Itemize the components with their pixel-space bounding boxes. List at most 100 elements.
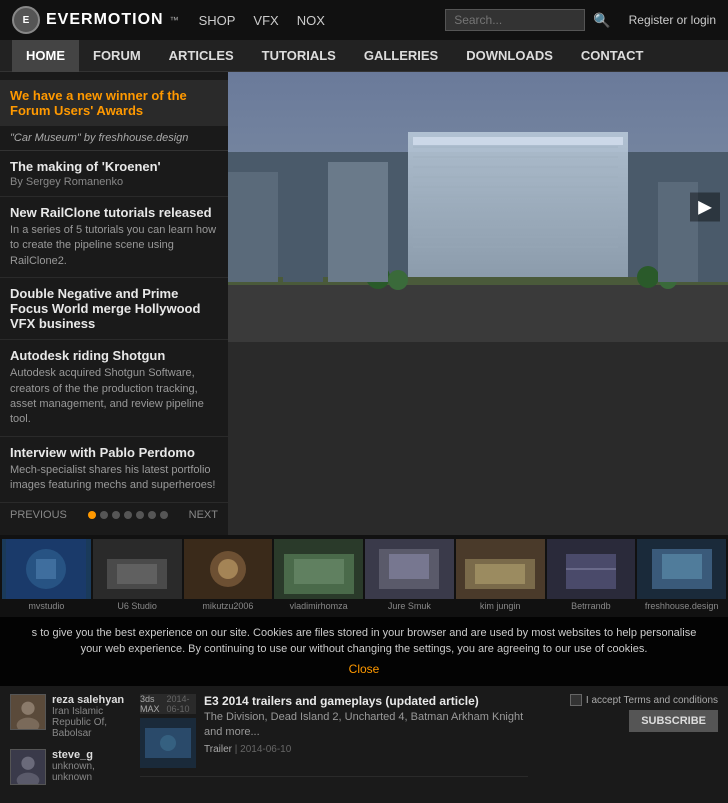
thumb-7[interactable]: freshhouse.design (637, 539, 726, 613)
user-info-0: reza salehyan Iran Islamic Republic Of, … (52, 694, 130, 739)
cookie-bar: s to give you the best experience on our… (0, 617, 728, 687)
hero-next-button[interactable]: ▶ (690, 193, 720, 222)
content-area: We have a new winner of the Forum Users'… (0, 72, 728, 535)
news-item-0: 3ds MAX 2014-06-10 E3 2014 trailers and … (140, 694, 528, 777)
top-nav-vfx[interactable]: VFX (253, 13, 278, 28)
sidebar-highlight: We have a new winner of the Forum Users'… (0, 80, 228, 126)
top-nav: SHOP VFX NOX (199, 13, 325, 28)
user-location-1: unknown, unknown (52, 761, 130, 783)
user-avatar-0 (10, 694, 46, 730)
sidebar-nav-arrows: PREVIOUS NEXT (0, 503, 228, 527)
thumb-label-0: mvstudio (2, 599, 91, 613)
subscribe-checkbox[interactable] (570, 694, 582, 706)
sidebar-highlight-link[interactable]: We have a new winner of the Forum Users'… (10, 88, 187, 118)
news-thumb-format: 3ds MAX 2014-06-10 (140, 694, 196, 714)
sidebar-item-0: The making of 'Kroenen' By Sergey Romane… (0, 151, 228, 197)
cookie-text: s to give you the best experience on our… (32, 627, 697, 656)
nav-home[interactable]: HOME (12, 40, 79, 72)
slide-dots (88, 511, 168, 519)
sidebar-item-2: Double Negative and Prime Focus World me… (0, 278, 228, 340)
news-tag-0: Trailer (204, 744, 232, 755)
sidebar-title-0[interactable]: The making of 'Kroenen' (10, 159, 218, 174)
news-content-0: E3 2014 trailers and gameplays (updated … (204, 694, 528, 768)
news-thumb-img (140, 718, 196, 768)
subscribe-row: I accept Terms and conditions (570, 694, 718, 706)
sidebar-item-3: Autodesk riding Shotgun Autodesk acquire… (0, 340, 228, 437)
news-format: 3ds MAX (140, 694, 163, 714)
main-nav: HOME FORUM ARTICLES TUTORIALS GALLERIES … (0, 40, 728, 72)
user-info-1: steve_g unknown, unknown (52, 749, 130, 783)
register-link[interactable]: Register or login (629, 13, 716, 27)
top-nav-shop[interactable]: SHOP (199, 13, 236, 28)
nav-galleries[interactable]: GALLERIES (350, 40, 452, 72)
user-item-1: steve_g unknown, unknown (10, 749, 130, 785)
cookie-close-button[interactable]: Close (349, 660, 380, 678)
sidebar-title-4[interactable]: Interview with Pablo Perdomo (10, 445, 218, 460)
subscribe-section: I accept Terms and conditions SUBSCRIBE (538, 694, 718, 795)
thumb-label-4: Jure Smuk (365, 599, 454, 613)
thumb-1[interactable]: U6 Studio (93, 539, 182, 613)
thumb-3[interactable]: vladimirhomza (274, 539, 363, 613)
bottom-content: reza salehyan Iran Islamic Republic Of, … (0, 686, 728, 803)
prev-button[interactable]: PREVIOUS (10, 509, 67, 521)
logo-text[interactable]: EVERMOTION (46, 11, 164, 29)
nav-articles[interactable]: ARTICLES (155, 40, 248, 72)
thumb-2[interactable]: mikutzu2006 (184, 539, 273, 613)
user-name-0[interactable]: reza salehyan (52, 694, 130, 706)
dot-4[interactable] (136, 511, 144, 519)
logo-area: E EVERMOTION ™ (12, 6, 179, 34)
user-item-0: reza salehyan Iran Islamic Republic Of, … (10, 694, 130, 739)
hero-image: ▶ (228, 72, 728, 342)
sidebar-title-3[interactable]: Autodesk riding Shotgun (10, 348, 218, 363)
news-date-0: 2014-06-10 (240, 744, 291, 755)
search-input[interactable] (445, 9, 585, 31)
logo-tm: ™ (170, 15, 179, 25)
nav-forum[interactable]: FORUM (79, 40, 155, 72)
thumb-label-3: vladimirhomza (274, 599, 363, 613)
user-location-0: Iran Islamic Republic Of, Babolsar (52, 706, 130, 739)
hero-svg (228, 72, 728, 342)
sidebar-sub-0: By Sergey Romanenko (10, 176, 218, 188)
sidebar-desc-4: Mech-specialist shares his latest portfo… (10, 463, 218, 494)
thumb-label-6: Betrrandb (547, 599, 636, 613)
sidebar-title-2[interactable]: Double Negative and Prime Focus World me… (10, 286, 218, 331)
thumb-6[interactable]: Betrrandb (547, 539, 636, 613)
dot-6[interactable] (160, 511, 168, 519)
nav-contact[interactable]: CONTACT (567, 40, 658, 72)
search-area: 🔍 Register or login (445, 9, 716, 31)
sidebar-desc-1: In a series of 5 tutorials you can learn… (10, 223, 218, 269)
user-section: reza salehyan Iran Islamic Republic Of, … (10, 694, 130, 795)
news-desc-0: The Division, Dead Island 2, Uncharted 4… (204, 710, 528, 741)
nav-tutorials[interactable]: TUTORIALS (248, 40, 350, 72)
user-avatar-1 (10, 749, 46, 785)
news-format-date: 2014-06-10 (166, 694, 196, 714)
search-icon[interactable]: 🔍 (593, 12, 610, 29)
hero-area: ▶ (228, 72, 728, 535)
subscribe-label: I accept Terms and conditions (586, 695, 718, 706)
logo-icon[interactable]: E (12, 6, 40, 34)
news-title-0[interactable]: E3 2014 trailers and gameplays (updated … (204, 694, 528, 708)
thumb-label-2: mikutzu2006 (184, 599, 273, 613)
top-nav-nox[interactable]: NOX (297, 13, 325, 28)
thumb-0[interactable]: mvstudio (2, 539, 91, 613)
thumb-4[interactable]: Jure Smuk (365, 539, 454, 613)
dot-5[interactable] (148, 511, 156, 519)
dot-3[interactable] (124, 511, 132, 519)
header: E EVERMOTION ™ SHOP VFX NOX 🔍 Register o… (0, 0, 728, 40)
thumb-5[interactable]: kim jungin (456, 539, 545, 613)
dot-2[interactable] (112, 511, 120, 519)
thumb-label-5: kim jungin (456, 599, 545, 613)
sidebar-quote: "Car Museum" by freshhouse.design (0, 130, 228, 151)
dot-1[interactable] (100, 511, 108, 519)
user-name-1[interactable]: steve_g (52, 749, 130, 761)
sidebar-desc-3: Autodesk acquired Shotgun Software, crea… (10, 366, 218, 428)
thumb-label-7: freshhouse.design (637, 599, 726, 613)
next-button[interactable]: NEXT (189, 509, 218, 521)
dot-0[interactable] (88, 511, 96, 519)
sidebar: We have a new winner of the Forum Users'… (0, 72, 228, 535)
thumbs-strip: mvstudio U6 Studio mikutzu2006 vladimirh… (0, 535, 728, 617)
subscribe-button[interactable]: SUBSCRIBE (629, 710, 718, 732)
sidebar-item-1: New RailClone tutorials released In a se… (0, 197, 228, 278)
sidebar-title-1[interactable]: New RailClone tutorials released (10, 205, 218, 220)
nav-downloads[interactable]: DOWNLOADS (452, 40, 567, 72)
